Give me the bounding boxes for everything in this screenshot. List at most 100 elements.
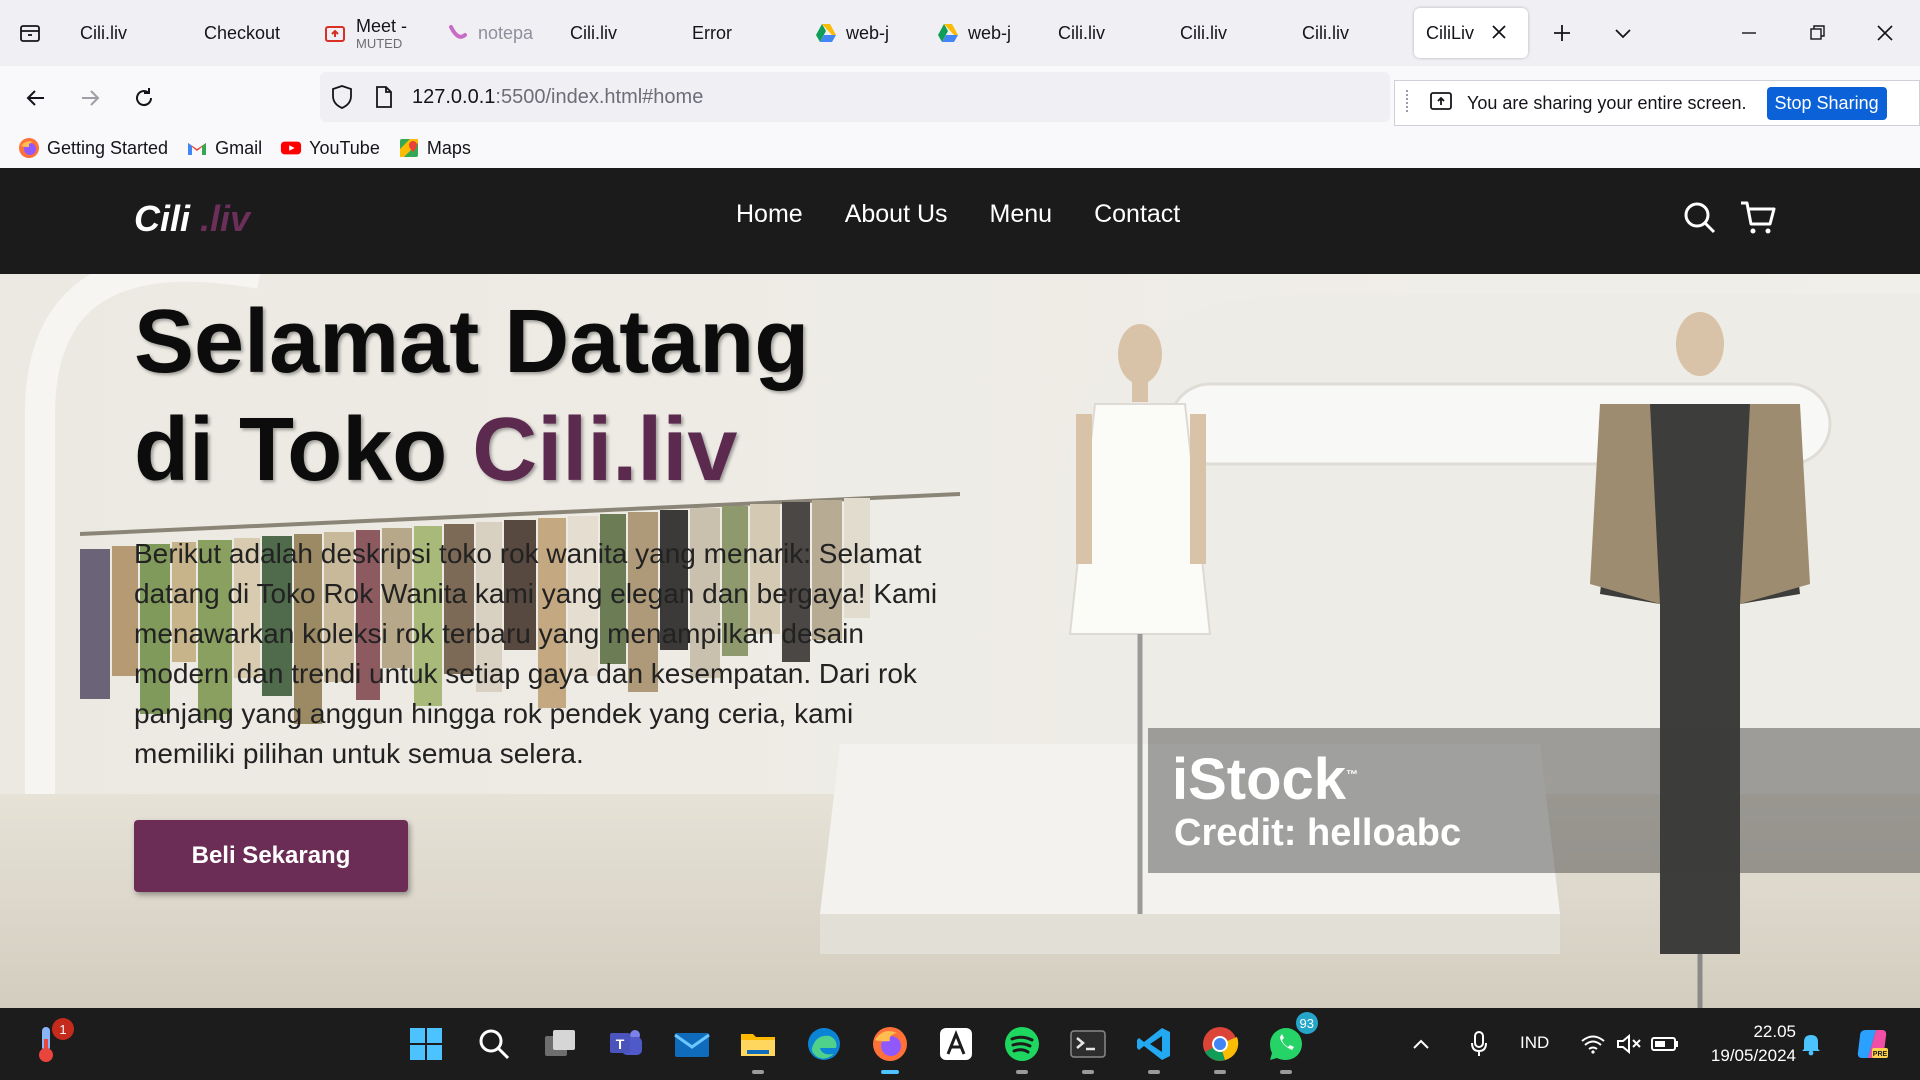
- drag-handle-icon[interactable]: [1403, 88, 1411, 119]
- tab-label: Cili.liv: [1180, 22, 1227, 43]
- tab-11[interactable]: Cili.liv: [1302, 8, 1349, 58]
- bookmark-label: Getting Started: [47, 137, 169, 158]
- notepad-icon: [446, 21, 470, 45]
- copilot-icon: PRE: [1857, 1030, 1888, 1058]
- tab-label: Checkout: [204, 22, 281, 43]
- tab-overflow-button[interactable]: [1604, 14, 1642, 52]
- tab-6[interactable]: Error: [692, 8, 732, 58]
- minimize-icon: [1742, 32, 1756, 34]
- taskbar-app-affinity[interactable]: [932, 1020, 980, 1068]
- youtube-icon: [280, 137, 302, 159]
- menu-item-contact[interactable]: Contact: [1094, 200, 1180, 229]
- language-indicator[interactable]: IND: [1520, 1033, 1549, 1053]
- notifications-button[interactable]: [1794, 1020, 1828, 1068]
- forward-button[interactable]: [70, 78, 110, 118]
- reload-button[interactable]: [124, 78, 164, 118]
- copilot-button[interactable]: PRE: [1848, 1020, 1896, 1068]
- weather-widget[interactable]: 1: [22, 1018, 74, 1068]
- tab-7[interactable]: web-j: [814, 8, 889, 58]
- taskbar-search-button[interactable]: [470, 1020, 518, 1068]
- shopping-cart-icon: [1741, 201, 1776, 234]
- share-screen-icon: [1429, 90, 1453, 117]
- tab-label: Error: [692, 22, 732, 43]
- task-view-button[interactable]: [536, 1020, 584, 1068]
- site-cart-button[interactable]: [1736, 196, 1780, 240]
- taskbar-app-edge[interactable]: [800, 1020, 848, 1068]
- taskbar-app-vscode[interactable]: [1130, 1020, 1178, 1074]
- system-clock[interactable]: 22.05 19/05/2024: [1711, 1020, 1796, 1068]
- tab-list-icon: [20, 25, 40, 42]
- taskbar-app-teams[interactable]: T: [602, 1020, 650, 1068]
- buy-now-button[interactable]: Beli Sekarang: [134, 820, 408, 892]
- task-view-icon: [545, 1030, 575, 1056]
- page-icon[interactable]: [374, 85, 394, 114]
- bookmark-gmail[interactable]: Gmail: [186, 137, 262, 159]
- tab-10[interactable]: Cili.liv: [1180, 8, 1227, 58]
- taskbar-app-chrome[interactable]: [1196, 1020, 1244, 1074]
- tab-active[interactable]: CiliLiv: [1414, 8, 1528, 58]
- running-indicator: [1214, 1070, 1226, 1074]
- hero-title-brand: Cili.liv: [472, 400, 738, 500]
- minimize-button[interactable]: [1730, 14, 1768, 52]
- edge-icon: [808, 1028, 840, 1060]
- restore-button[interactable]: [1798, 14, 1836, 52]
- start-button[interactable]: [402, 1020, 450, 1068]
- vscode-icon: [1137, 1028, 1170, 1060]
- file-explorer-icon: [741, 1034, 775, 1056]
- volume-button[interactable]: [1612, 1020, 1646, 1068]
- clock-time: 22.05: [1753, 1022, 1796, 1041]
- chevron-up-icon: [1413, 1039, 1429, 1049]
- taskbar-app-file-explorer[interactable]: [734, 1020, 782, 1074]
- menu-item-menu[interactable]: Menu: [990, 200, 1053, 229]
- menu-item-about-us[interactable]: About Us: [845, 200, 948, 229]
- back-arrow-icon: [26, 90, 44, 106]
- running-indicator: [752, 1070, 764, 1074]
- show-hidden-icons-button[interactable]: [1406, 1020, 1436, 1068]
- new-tab-button[interactable]: [1543, 14, 1581, 52]
- tab-2[interactable]: Checkout: [204, 8, 280, 58]
- tab-3[interactable]: Meet - MUTED: [324, 8, 407, 58]
- taskbar-app-whatsapp[interactable]: 93: [1262, 1012, 1318, 1074]
- bookmark-label: Gmail: [215, 137, 263, 158]
- taskbar-app-firefox[interactable]: [866, 1020, 914, 1074]
- url-text[interactable]: 127.0.0.1:5500/index.html#home: [412, 86, 703, 109]
- shield-icon[interactable]: [330, 84, 354, 115]
- tab-8[interactable]: web-j: [936, 8, 1011, 58]
- bookmark-getting-started[interactable]: Getting Started: [18, 137, 168, 159]
- tab-label: web-j: [968, 22, 1012, 43]
- close-icon: [1877, 25, 1893, 41]
- taskbar-app-terminal[interactable]: [1064, 1020, 1112, 1074]
- tab-5[interactable]: Cili.liv: [570, 8, 617, 58]
- battery-button[interactable]: [1648, 1020, 1682, 1068]
- taskbar-app-spotify[interactable]: [998, 1020, 1046, 1074]
- tab-9[interactable]: Cili.liv: [1058, 8, 1105, 58]
- wifi-button[interactable]: [1576, 1020, 1610, 1068]
- address-bar[interactable]: 127.0.0.1:5500/index.html#home: [320, 72, 1390, 122]
- site-search-button[interactable]: [1678, 196, 1722, 240]
- search-icon: [1684, 202, 1716, 234]
- close-tab-icon[interactable]: [1492, 23, 1506, 44]
- google-drive-icon: [814, 21, 838, 45]
- weather-badge: 1: [52, 1018, 74, 1040]
- stop-sharing-button[interactable]: Stop Sharing: [1766, 86, 1887, 120]
- teams-icon: T: [610, 1030, 642, 1055]
- bookmark-maps[interactable]: Maps: [398, 137, 471, 159]
- watermark-trademark: ™: [1346, 767, 1359, 782]
- hero-title-line2: di Toko: [134, 400, 473, 500]
- tab-4[interactable]: notepa: [446, 8, 533, 58]
- close-window-button[interactable]: [1866, 14, 1904, 52]
- site-logo[interactable]: Cili .liv: [134, 198, 250, 240]
- taskbar-app-mail[interactable]: [668, 1020, 716, 1068]
- reload-icon: [136, 88, 153, 107]
- list-all-tabs-button[interactable]: [0, 0, 60, 66]
- tab-1[interactable]: Cili.liv: [80, 8, 127, 58]
- whatsapp-badge: 93: [1295, 1012, 1318, 1034]
- tab-label: Meet -: [356, 15, 408, 36]
- microphone-button[interactable]: [1464, 1020, 1494, 1068]
- web-page: Cili .liv Home About Us Menu Contact Sel…: [0, 168, 1920, 1008]
- hero-title: Selamat Datang di Toko Cili.liv: [134, 288, 954, 504]
- bookmark-youtube[interactable]: YouTube: [280, 137, 380, 159]
- menu-item-home[interactable]: Home: [736, 200, 803, 229]
- back-button[interactable]: [16, 78, 56, 118]
- site-header: Cili .liv Home About Us Menu Contact: [0, 168, 1920, 274]
